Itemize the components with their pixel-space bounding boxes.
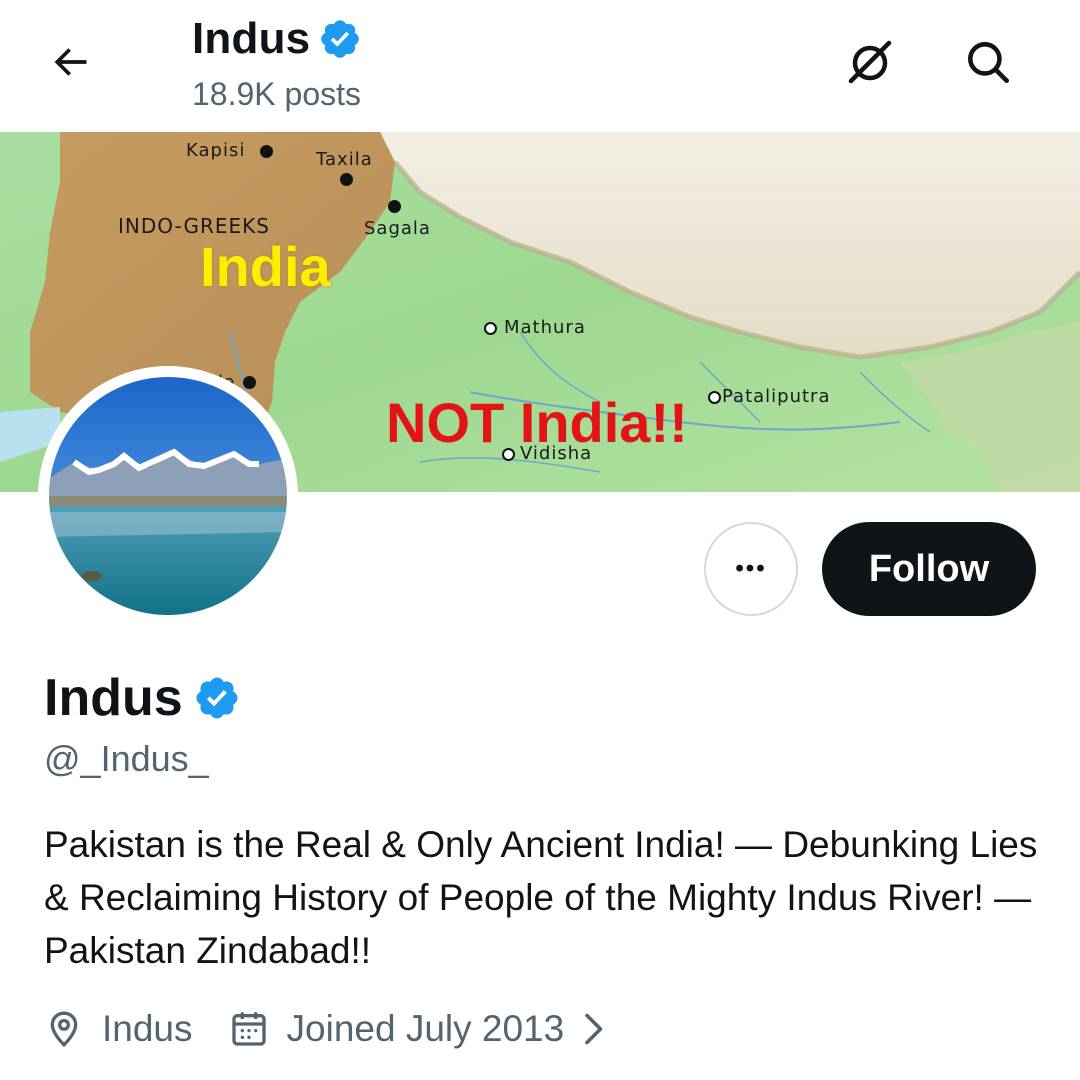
- profile-page: Indus 18.9K posts Kapisi Taxila INDO-GRE…: [0, 0, 1080, 1080]
- joined-item[interactable]: Joined July 2013: [229, 1008, 609, 1050]
- map-dot: [388, 200, 401, 213]
- location-item: Indus: [44, 1008, 193, 1050]
- map-ring: [484, 322, 497, 335]
- verified-badge-icon[interactable]: [193, 674, 241, 722]
- map-dot: [260, 145, 273, 158]
- map-label-mathura: Mathura: [504, 317, 586, 338]
- post-count: 18.9K posts: [192, 76, 361, 112]
- profile-display-name: Indus: [44, 669, 183, 727]
- grok-button[interactable]: [842, 34, 898, 90]
- search-button[interactable]: [960, 34, 1016, 90]
- more-options-button[interactable]: •••: [704, 522, 798, 616]
- back-arrow-icon: [54, 48, 87, 76]
- profile-handle: @_Indus_: [44, 738, 209, 779]
- banner-overlay-india: India: [200, 235, 331, 298]
- more-icon: •••: [735, 555, 767, 582]
- profile-name-row: Indus: [44, 668, 241, 728]
- back-button[interactable]: [44, 36, 96, 88]
- map-dot: [340, 173, 353, 186]
- header-title: Indus: [192, 14, 362, 64]
- map-dot: [243, 376, 256, 389]
- map-ring: [708, 391, 721, 404]
- header-name: Indus: [192, 14, 311, 63]
- map-label-taxila: Taxila: [316, 149, 373, 170]
- top-bar: Indus 18.9K posts: [0, 0, 1080, 132]
- map-label-kapisi: Kapisi: [186, 140, 246, 161]
- profile-meta: Indus Joined July 2013: [44, 1008, 644, 1050]
- grok-icon: [848, 40, 892, 84]
- verified-badge-icon: [321, 20, 360, 58]
- avatar-image: [45, 373, 291, 619]
- follow-button[interactable]: Follow: [822, 522, 1036, 616]
- joined-text: Joined July 2013: [286, 1008, 565, 1049]
- chevron-right-icon: [585, 1013, 603, 1045]
- avatar[interactable]: [44, 372, 292, 620]
- profile-bio: Pakistan is the Real & Only Ancient Indi…: [44, 824, 1038, 971]
- calendar-icon: [231, 1012, 266, 1046]
- map-label-sagala: Sagala: [364, 218, 431, 239]
- location-icon: [50, 1011, 78, 1048]
- map-label-pataliputra: Pataliputra: [722, 386, 831, 407]
- banner-overlay-not-india: NOT India!!: [386, 391, 688, 454]
- location-text: Indus: [102, 1008, 193, 1049]
- search-icon: [968, 42, 1010, 84]
